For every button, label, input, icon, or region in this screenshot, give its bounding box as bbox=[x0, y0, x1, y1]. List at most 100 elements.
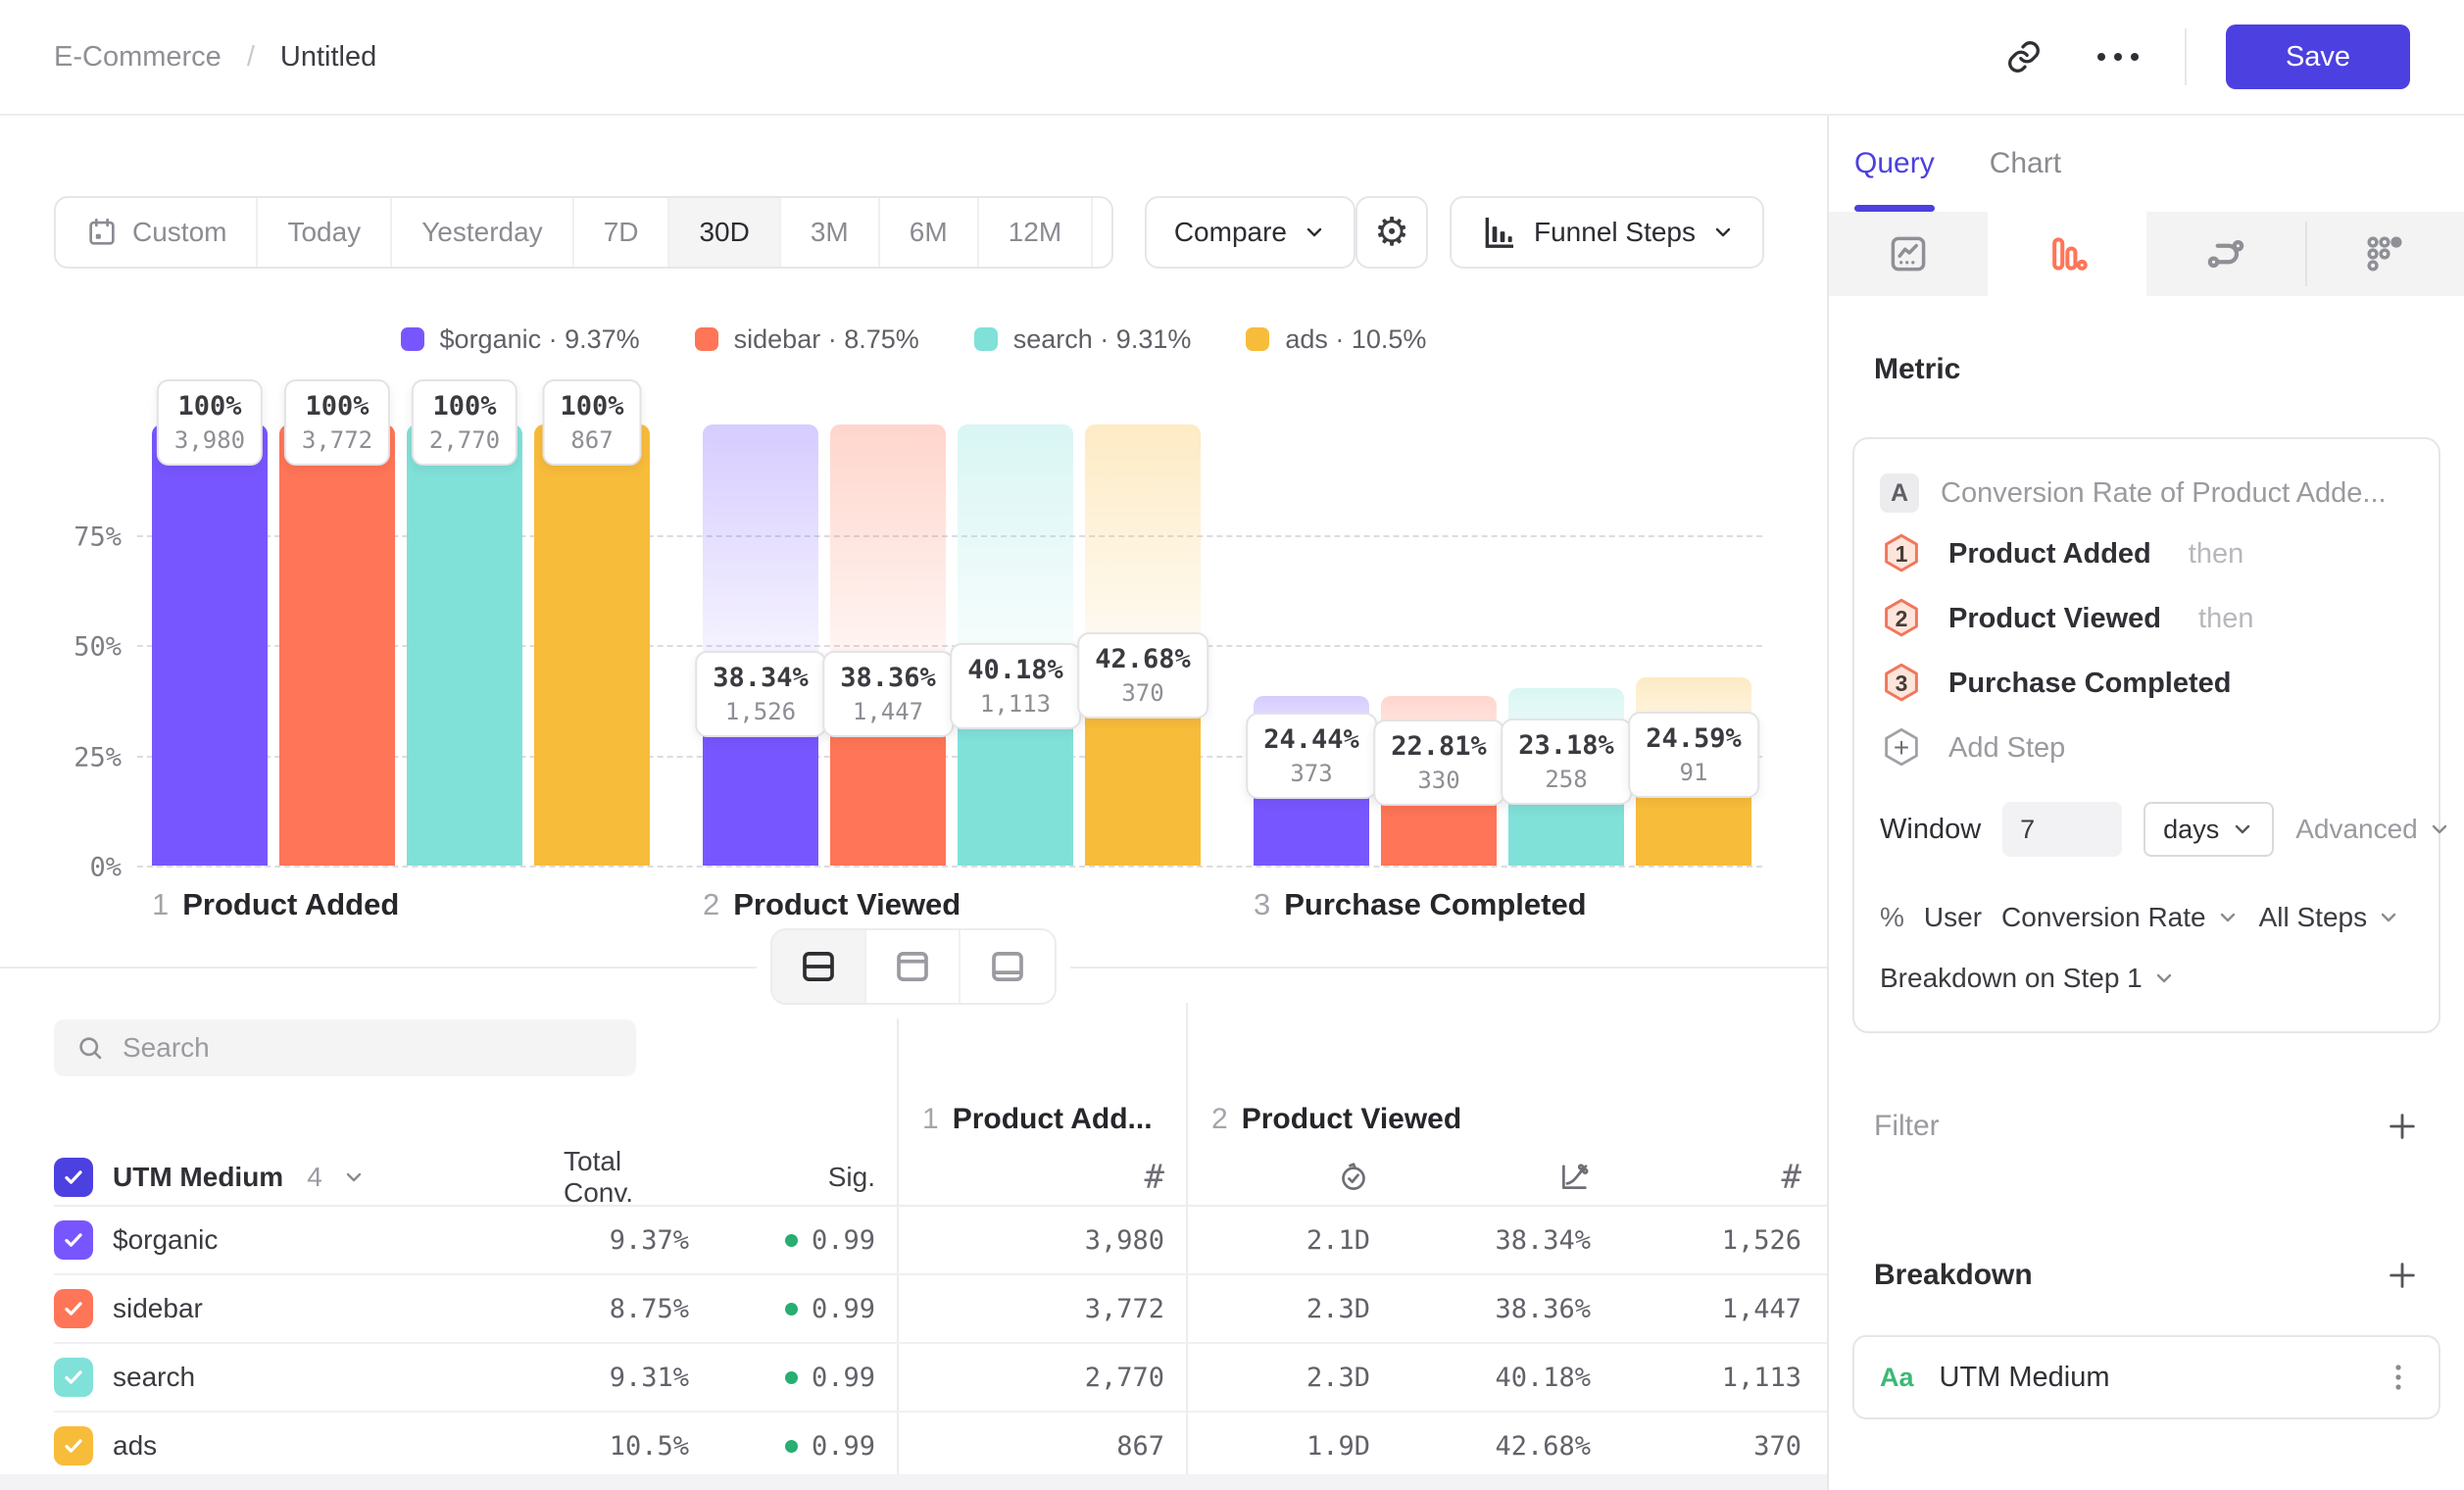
layout-top-button[interactable] bbox=[866, 930, 961, 1003]
funnel-bar[interactable]: 38.34%1,526 bbox=[703, 371, 818, 866]
legend-label: $organic · 9.37% bbox=[440, 324, 640, 355]
row-checkbox[interactable] bbox=[54, 1289, 93, 1328]
report-type-funnels[interactable] bbox=[1988, 212, 2146, 296]
sig-header[interactable]: Sig. bbox=[711, 1146, 897, 1209]
settings-button[interactable]: ⚙ bbox=[1355, 196, 1428, 269]
breakdown-property-card[interactable]: Aa UTM Medium bbox=[1852, 1335, 2440, 1419]
breadcrumb-current[interactable]: Untitled bbox=[280, 41, 376, 74]
chevron-down-icon bbox=[2231, 818, 2254, 841]
funnel-bar[interactable]: 42.68%370 bbox=[1085, 371, 1201, 866]
table-row[interactable]: $organic9.37%0.993,9802.1D38.34%1,526 bbox=[54, 1207, 1827, 1275]
funnel-bar[interactable]: 100%3,980 bbox=[152, 371, 268, 866]
funnel-bar[interactable]: 24.44%373 bbox=[1254, 371, 1369, 866]
step-metric-value: 42.68% bbox=[1392, 1413, 1612, 1479]
funnel-bar[interactable]: 100%867 bbox=[534, 371, 650, 866]
row-checkbox[interactable] bbox=[54, 1358, 93, 1397]
date-range-today[interactable]: Today bbox=[258, 198, 392, 267]
breakdown-column-header[interactable]: UTM Medium bbox=[113, 1162, 283, 1193]
advanced-toggle[interactable]: Advanced bbox=[2295, 814, 2451, 845]
more-menu-icon[interactable] bbox=[2091, 29, 2145, 84]
step-metric-value: 38.36% bbox=[1392, 1275, 1612, 1342]
date-range-12m[interactable]: 12M bbox=[979, 198, 1093, 267]
tab-chart[interactable]: Chart bbox=[1990, 116, 2061, 212]
funnel-bar[interactable]: 38.36%1,447 bbox=[830, 371, 946, 866]
search-input[interactable] bbox=[123, 1032, 615, 1064]
date-range-3m[interactable]: 3M bbox=[781, 198, 880, 267]
query-step-row[interactable]: 2Product Viewedthen bbox=[1854, 586, 2439, 651]
bar-value-label: 100%3,980 bbox=[157, 379, 263, 466]
table-footer-strip bbox=[0, 1474, 1827, 1490]
step-connector: then bbox=[2189, 538, 2243, 571]
report-type-flows[interactable] bbox=[2146, 212, 2305, 296]
kebab-menu-icon[interactable] bbox=[2384, 1360, 2413, 1395]
funnel-bar[interactable]: 100%3,772 bbox=[279, 371, 395, 866]
funnel-bar[interactable]: 40.18%1,113 bbox=[958, 371, 1073, 866]
save-button[interactable]: Save bbox=[2226, 25, 2410, 89]
significance-dot bbox=[785, 1440, 798, 1453]
step1-count-header[interactable]: # bbox=[897, 1146, 1186, 1209]
table-row[interactable]: ads10.5%0.998671.9D42.68%370 bbox=[54, 1413, 1827, 1481]
step2-time-header[interactable] bbox=[1186, 1146, 1392, 1209]
percent-prefix: % bbox=[1880, 902, 1904, 933]
legend-item[interactable]: $organic · 9.37% bbox=[401, 323, 640, 355]
tab-query[interactable]: Query bbox=[1854, 116, 1935, 212]
select-all-checkbox[interactable] bbox=[54, 1158, 93, 1197]
legend-item[interactable]: sidebar · 8.75% bbox=[695, 323, 919, 355]
report-type-strip bbox=[1829, 212, 2464, 296]
breadcrumb-parent[interactable]: E-Commerce bbox=[54, 41, 222, 74]
row-checkbox[interactable] bbox=[54, 1426, 93, 1465]
add-filter-button[interactable] bbox=[2386, 1110, 2419, 1143]
date-range-30d[interactable]: 30D bbox=[669, 198, 780, 267]
table-row[interactable]: sidebar8.75%0.993,7722.3D38.36%1,447 bbox=[54, 1275, 1827, 1344]
measurement-row: % User Conversion Rate All Steps bbox=[1854, 892, 2439, 943]
app-window: E-Commerce / Untitled Save bbox=[0, 0, 2464, 1490]
step-axis-label: 1Product Added bbox=[152, 887, 650, 922]
layout-split-button[interactable] bbox=[772, 930, 866, 1003]
date-range-custom[interactable]: Custom bbox=[56, 198, 258, 267]
window-unit-select[interactable]: days bbox=[2144, 802, 2274, 857]
funnel-bar[interactable]: 24.59%91 bbox=[1636, 371, 1751, 866]
date-range-6m[interactable]: 6M bbox=[880, 198, 979, 267]
search-box[interactable] bbox=[54, 1019, 636, 1076]
metric-name-row[interactable]: A Conversion Rate of Product Adde... bbox=[1854, 465, 2439, 522]
chevron-down-icon bbox=[2377, 906, 2400, 929]
steps-scope-select[interactable]: All Steps bbox=[2259, 902, 2401, 933]
legend-item[interactable]: ads · 10.5% bbox=[1246, 323, 1426, 355]
metric-card: A Conversion Rate of Product Adde... 1Pr… bbox=[1852, 437, 2440, 1033]
date-range-7d[interactable]: 7D bbox=[574, 198, 670, 267]
layout-bottom-button[interactable] bbox=[961, 930, 1055, 1003]
legend-item[interactable]: search · 9.31% bbox=[974, 323, 1192, 355]
window-value-input[interactable] bbox=[2002, 802, 2122, 857]
total-conv-header[interactable]: Total Conv. bbox=[564, 1146, 711, 1209]
count-icon: # bbox=[1782, 1158, 1801, 1197]
counting-method-select[interactable]: User bbox=[1924, 902, 1982, 933]
measurement-select[interactable]: Conversion Rate bbox=[2001, 902, 2240, 933]
add-breakdown-button[interactable] bbox=[2386, 1259, 2419, 1292]
step2-rate-header[interactable] bbox=[1392, 1146, 1612, 1209]
add-step-hexagon-icon: + bbox=[1880, 726, 1923, 770]
legend-swatch bbox=[974, 327, 998, 351]
funnel-bar[interactable]: 22.81%330 bbox=[1381, 371, 1497, 866]
compare-button[interactable]: Compare bbox=[1145, 196, 1355, 269]
chart-view-selector[interactable]: Funnel Steps bbox=[1450, 196, 1764, 269]
report-area: Custom Today Yesterday 7D 30D 3M 6M 12M … bbox=[0, 116, 1827, 1490]
top-view-icon bbox=[892, 946, 933, 987]
report-type-insights[interactable] bbox=[1829, 212, 1988, 296]
panel-tabs: Query Chart bbox=[1829, 116, 2464, 212]
date-range-yesterday[interactable]: Yesterday bbox=[392, 198, 574, 267]
report-type-retention[interactable] bbox=[2305, 212, 2464, 296]
funnel-bar[interactable]: 100%2,770 bbox=[407, 371, 522, 866]
add-step-row[interactable]: + Add Step bbox=[1854, 716, 2439, 780]
share-link-icon[interactable] bbox=[1996, 29, 2051, 84]
row-checkbox[interactable] bbox=[54, 1220, 93, 1260]
breakdown-on-step-select[interactable]: Breakdown on Step 1 bbox=[1854, 953, 2439, 1004]
date-range-xtd[interactable]: XTD bbox=[1093, 198, 1113, 267]
step2-count-header[interactable]: # bbox=[1612, 1146, 1823, 1209]
query-step-row[interactable]: 3Purchase Completed bbox=[1854, 651, 2439, 716]
conversion-rate-icon bbox=[1557, 1161, 1591, 1194]
step-event-name: Product Viewed bbox=[1948, 603, 2161, 635]
conversion-window-row: Window days Advanced bbox=[1854, 800, 2439, 859]
funnel-bar[interactable]: 23.18%258 bbox=[1508, 371, 1624, 866]
query-step-row[interactable]: 1Product Addedthen bbox=[1854, 522, 2439, 586]
table-row[interactable]: search9.31%0.992,7702.3D40.18%1,113 bbox=[54, 1344, 1827, 1413]
